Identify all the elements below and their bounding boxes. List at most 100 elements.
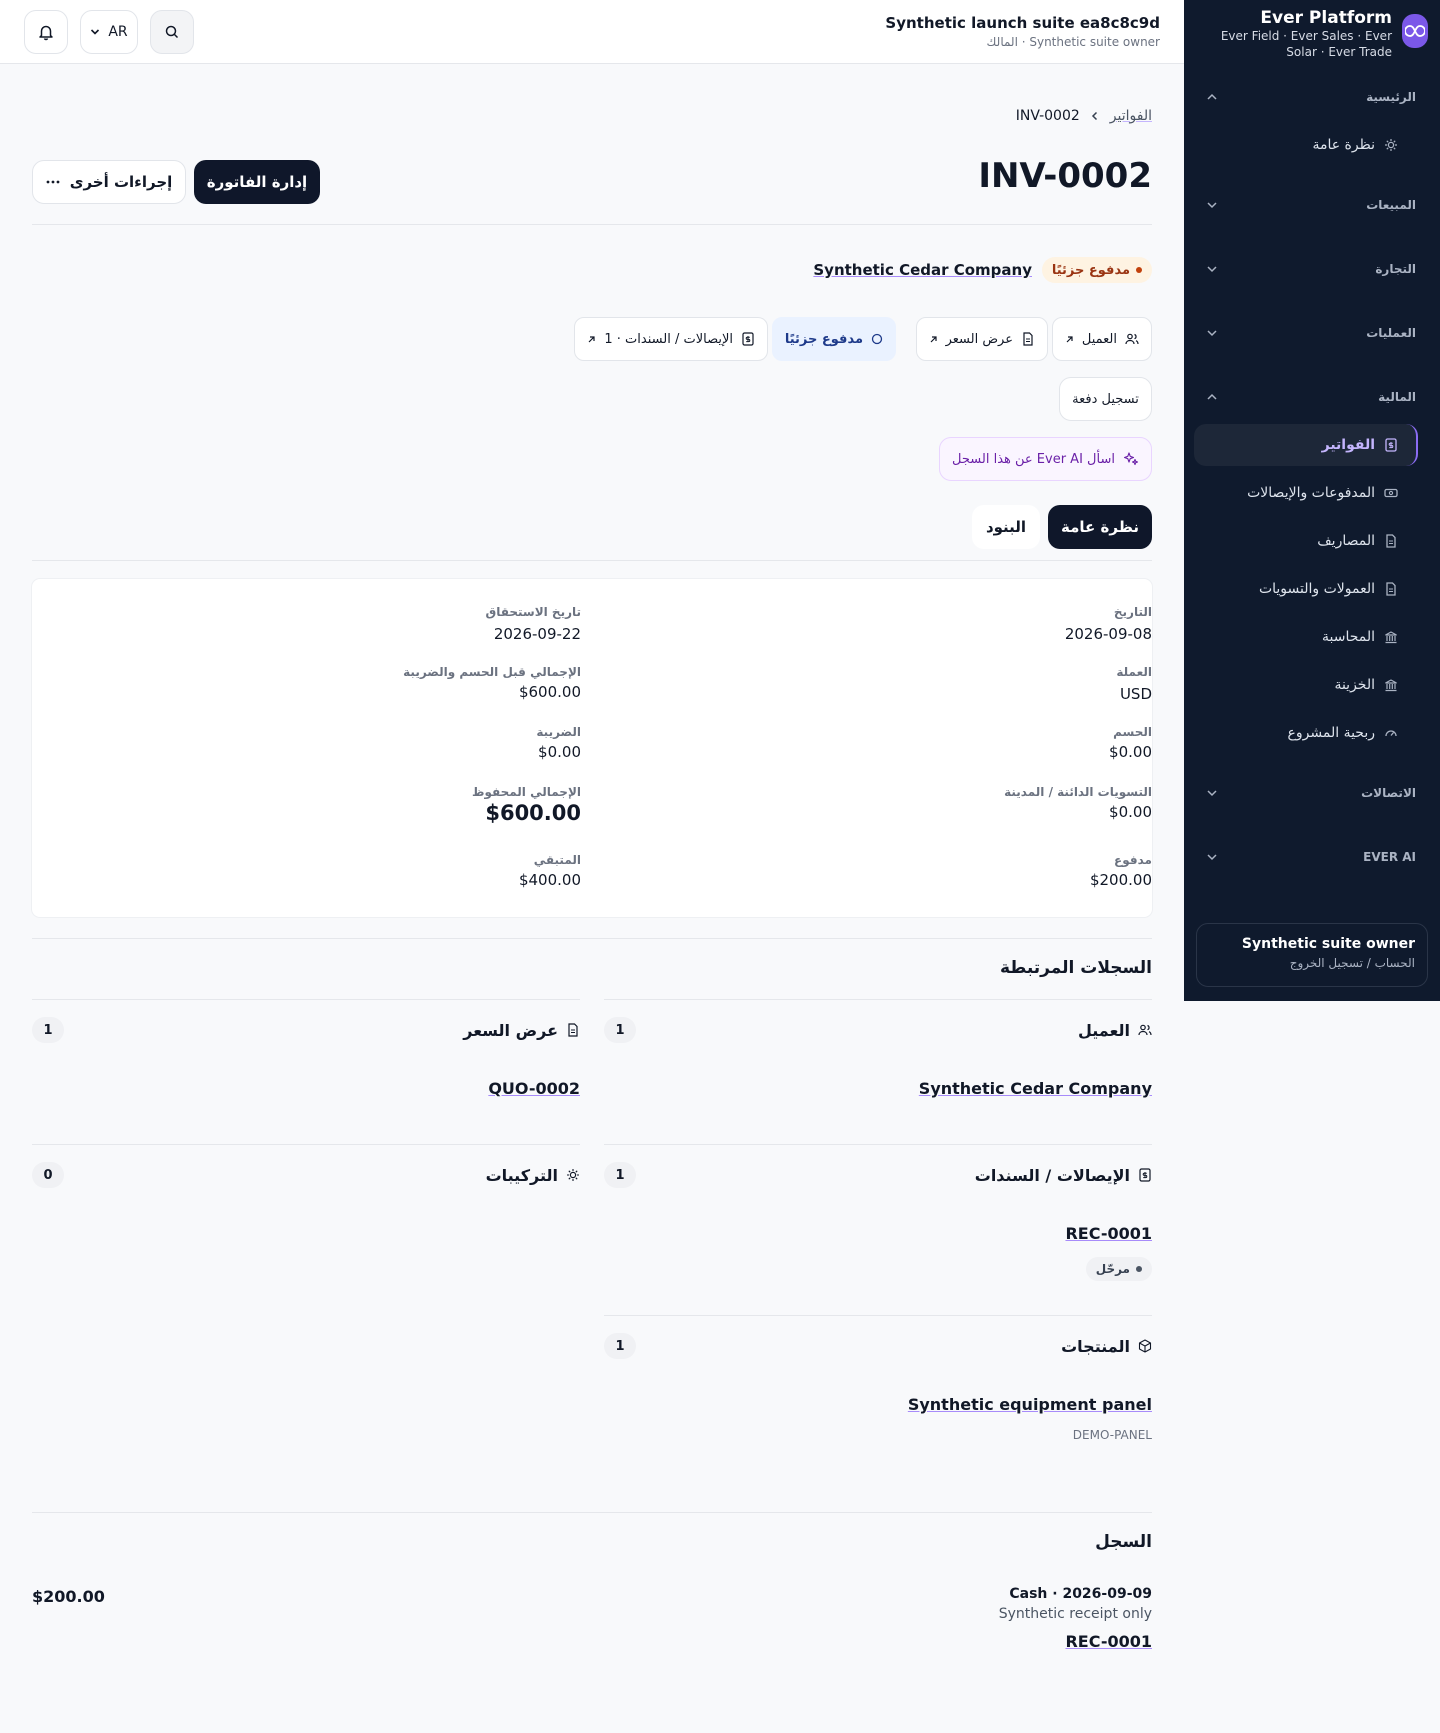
account-links[interactable]: الحساب / تسجيل الخروج — [1209, 956, 1415, 970]
related-installations-count: 0 — [32, 1162, 64, 1188]
section-sales[interactable]: المبيعات — [1206, 198, 1416, 212]
chevron-down-icon — [1207, 330, 1217, 337]
due-date-label: تاريخ الاستحقاق — [485, 605, 581, 619]
divider — [604, 1315, 1152, 1316]
circle-icon — [871, 333, 883, 345]
paid-status-chip[interactable]: مدفوع جزئيًا — [771, 317, 896, 361]
sidebar-item-accounting[interactable]: المحاسبة — [1194, 616, 1418, 658]
related-quote-header: عرض السعر 1 — [32, 1015, 580, 1045]
section-finance[interactable]: المالية — [1206, 390, 1416, 404]
section-operations[interactable]: العمليات — [1206, 326, 1416, 340]
related-customer-count: 1 — [604, 1017, 636, 1043]
section-sales-label: المبيعات — [1366, 198, 1416, 212]
due-date-value: 2026-09-22 — [493, 625, 581, 643]
status-badge-label: مدفوع جزئيًا — [1051, 262, 1130, 278]
divider — [32, 938, 1152, 939]
related-customer-header: العميل 1 — [604, 1015, 1152, 1045]
remaining-value: $400.00 — [518, 871, 581, 889]
sidebar-item-payments-label: المدفوعات والإيصالات — [1247, 485, 1375, 501]
sidebar-item-expenses-label: المصاريف — [1317, 533, 1375, 549]
tab-overview[interactable]: نظرة عامة — [1048, 505, 1152, 549]
brand-title: Ever Platform — [1260, 8, 1392, 28]
divider — [604, 1144, 1152, 1145]
section-finance-label: المالية — [1378, 390, 1416, 404]
sidebar-item-treasury[interactable]: الخزينة — [1194, 664, 1418, 706]
ask-ai-button[interactable]: اسأل Ever AI عن هذا السجل — [939, 437, 1152, 481]
quote-chip[interactable]: عرض السعر — [915, 317, 1048, 361]
section-contacts-label: الاتصالات — [1361, 786, 1416, 800]
customer-chip[interactable]: العميل — [1051, 317, 1152, 361]
ellipsis-icon — [46, 180, 60, 184]
section-home[interactable]: الرئيسية — [1206, 90, 1416, 104]
brand-logo-icon — [1402, 14, 1428, 48]
more-actions-button[interactable]: إجراءات أخرى — [32, 160, 186, 204]
subtotal-label: الإجمالي قبل الحسم والضريبة — [403, 665, 581, 679]
box-icon — [1138, 1339, 1152, 1353]
related-customer-link[interactable]: Synthetic Cedar Company — [919, 1079, 1152, 1098]
chevron-up-icon — [1207, 93, 1217, 100]
tab-items[interactable]: البنود — [972, 505, 1040, 549]
language-select[interactable]: AR — [80, 10, 138, 54]
sidebar-item-expenses[interactable]: المصاريف — [1194, 520, 1418, 562]
paid-label: مدفوع — [1114, 853, 1152, 867]
page-title: INV-0002 — [978, 156, 1152, 196]
gauge-icon — [1385, 730, 1397, 737]
total-value: $600.00 — [485, 801, 581, 825]
more-actions-label: إجراءات أخرى — [69, 173, 173, 191]
date-value: 2026-09-08 — [1064, 625, 1152, 643]
related-receipts-count: 1 — [604, 1162, 636, 1188]
discount-value: $0.00 — [1109, 743, 1152, 761]
related-quote-count: 1 — [32, 1017, 64, 1043]
remaining-label: المتبقي — [533, 853, 581, 867]
manage-invoice-button[interactable]: إدارة الفاتورة — [194, 160, 320, 204]
receipts-chip[interactable]: الإيصالات / السندات · 1 — [574, 317, 768, 361]
section-ai[interactable]: EVER AI — [1206, 850, 1416, 864]
tabs-divider — [32, 560, 1152, 561]
total-label: الإجمالي المحفوظ — [471, 785, 581, 799]
currency-value: USD — [1119, 685, 1152, 703]
notifications-button[interactable] — [24, 10, 68, 54]
sidebar-item-project-profitability[interactable]: ربحية المشروع — [1194, 712, 1418, 754]
related-products-label: المنتجات — [1061, 1336, 1130, 1356]
search-icon — [165, 25, 179, 39]
divider — [32, 1512, 1152, 1513]
search-button[interactable] — [150, 10, 194, 54]
sidebar-item-accounting-label: المحاسبة — [1321, 629, 1375, 645]
related-customer-label: العميل — [1077, 1020, 1130, 1040]
external-link-icon — [588, 335, 595, 342]
section-contacts[interactable]: الاتصالات — [1206, 786, 1416, 800]
section-commerce[interactable]: التجارة — [1206, 262, 1416, 276]
sparkles-icon — [1123, 452, 1139, 466]
account-card[interactable]: Synthetic suite owner الحساب / تسجيل الخ… — [1196, 923, 1428, 987]
sidebar-item-payments[interactable]: المدفوعات والإيصالات — [1194, 472, 1418, 514]
document-icon — [1023, 332, 1033, 346]
divider — [32, 999, 580, 1000]
brand[interactable]: Ever Platform Ever Field · Ever Sales · … — [1207, 8, 1428, 60]
sidebar-item-commissions[interactable]: العمولات والتسويات — [1194, 568, 1418, 610]
sidebar-item-invoices[interactable]: الفواتير — [1194, 424, 1418, 466]
related-product-link[interactable]: Synthetic equipment panel — [908, 1395, 1152, 1414]
users-icon — [1138, 1024, 1152, 1036]
breadcrumb-invoices-link[interactable]: الفواتير — [1110, 108, 1152, 124]
customer-company-link[interactable]: Synthetic Cedar Company — [813, 261, 1032, 279]
divider — [32, 1144, 580, 1145]
paid-status-chip-label: مدفوع جزئيًا — [784, 331, 863, 347]
chevron-up-icon — [1207, 393, 1217, 400]
breadcrumb: الفواتير INV-0002 — [1016, 108, 1152, 124]
document-icon — [1386, 582, 1396, 596]
log-entry-link[interactable]: REC-0001 — [1065, 1632, 1152, 1651]
gear-icon — [567, 1169, 579, 1181]
sidebar-item-overview[interactable]: نظرة عامة — [1194, 124, 1418, 166]
log-entry-title: Cash · 2026-09-09 — [1009, 1586, 1152, 1602]
brand-subtitle: Ever Field · Ever Sales · Ever Solar · E… — [1220, 29, 1392, 59]
suite-title: Synthetic launch suite ea8c8c9d — [885, 14, 1160, 32]
related-receipt-link[interactable]: REC-0001 — [1065, 1224, 1152, 1243]
related-quote-link[interactable]: QUO-0002 — [488, 1079, 580, 1098]
sidebar-item-commissions-label: العمولات والتسويات — [1258, 581, 1375, 597]
subtotal-value: $600.00 — [518, 683, 581, 701]
related-quote-label: عرض السعر — [463, 1020, 558, 1040]
bank-icon — [1385, 631, 1397, 644]
record-payment-button[interactable]: تسجيل دفعة — [1059, 377, 1152, 421]
language-label: AR — [108, 24, 128, 40]
status-dot — [1136, 267, 1142, 273]
